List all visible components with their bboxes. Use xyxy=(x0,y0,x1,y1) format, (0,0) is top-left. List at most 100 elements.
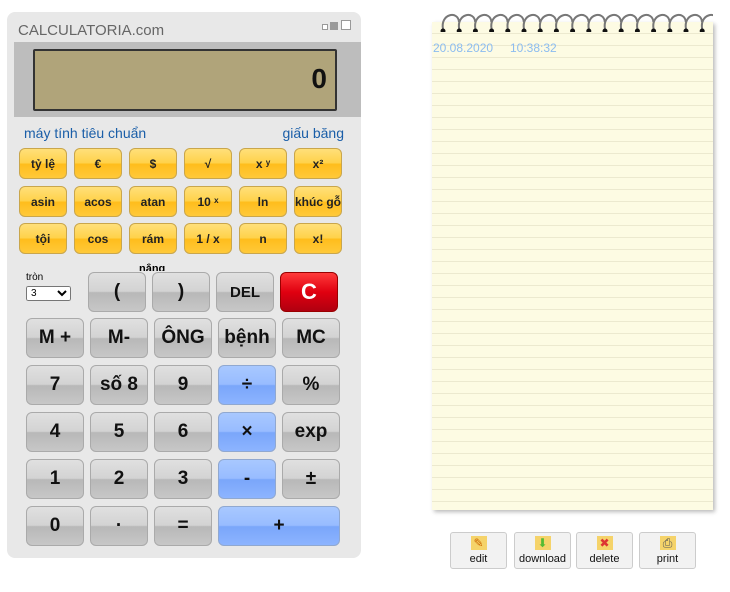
function-button[interactable]: rám xyxy=(129,223,177,254)
delete-button[interactable]: ✖ delete xyxy=(576,532,633,569)
button-label: delete xyxy=(589,553,620,565)
ring-hole xyxy=(472,28,478,32)
delete-icon: ✖ xyxy=(596,536,613,550)
ring-hole xyxy=(699,28,705,32)
key-button[interactable]: × xyxy=(218,412,276,452)
function-button[interactable]: € xyxy=(74,148,122,179)
key-button[interactable]: 0 xyxy=(26,506,84,546)
key-button[interactable]: exp xyxy=(282,412,340,452)
key-button[interactable]: + xyxy=(218,506,340,546)
ring xyxy=(684,13,703,30)
key-button[interactable]: ± xyxy=(282,459,340,499)
function-button[interactable]: khúc gỗ xyxy=(294,186,342,217)
print-icon: ⎙ xyxy=(659,536,676,550)
spiral-binding xyxy=(440,13,713,32)
calculator: CALCULATORIA.com 0 máy tính tiêu chuẩn g… xyxy=(7,12,361,558)
function-button[interactable]: 10 ˣ xyxy=(184,186,232,217)
key-button[interactable]: 5 xyxy=(90,412,148,452)
round-label: tròn xyxy=(26,272,44,283)
key-button[interactable]: 3 xyxy=(154,459,212,499)
ring-hole xyxy=(602,28,608,32)
paren-open-button[interactable]: ( xyxy=(88,272,146,312)
ring-hole xyxy=(618,28,624,32)
key-button[interactable]: · xyxy=(90,506,148,546)
hide-tape-link[interactable]: giấu băng xyxy=(282,125,344,141)
key-button[interactable]: = xyxy=(154,506,212,546)
function-button[interactable]: tội xyxy=(19,223,67,254)
round-select[interactable]: 3 xyxy=(26,286,71,301)
function-button[interactable]: cos xyxy=(74,223,122,254)
key-button[interactable]: ÷ xyxy=(218,365,276,405)
key-button[interactable]: ÔNG xyxy=(154,318,212,358)
hidden-label: nẳng xyxy=(139,263,166,271)
ring-hole xyxy=(489,28,495,32)
ring xyxy=(603,13,622,30)
function-button[interactable]: √ xyxy=(184,148,232,179)
function-button[interactable]: tỷ lệ xyxy=(19,148,67,179)
ring xyxy=(571,13,590,30)
button-label: print xyxy=(656,553,679,565)
key-button[interactable]: 4 xyxy=(26,412,84,452)
key-button[interactable]: 6 xyxy=(154,412,212,452)
ring-hole xyxy=(586,28,592,32)
ring xyxy=(522,13,541,30)
restore-icon[interactable] xyxy=(330,22,338,30)
download-button[interactable]: ⬇ download xyxy=(514,532,571,569)
key-button[interactable]: số 8 xyxy=(90,365,148,405)
function-button[interactable]: n xyxy=(239,223,287,254)
ring xyxy=(490,13,509,30)
key-button[interactable]: M- xyxy=(90,318,148,358)
function-button[interactable]: x ʸ xyxy=(239,148,287,179)
ring xyxy=(474,13,493,30)
brand-title: CALCULATORIA.com xyxy=(18,22,165,39)
ring-hole xyxy=(634,28,640,32)
ring-hole xyxy=(505,28,511,32)
print-button[interactable]: ⎙ print xyxy=(639,532,696,569)
key-button[interactable]: 2 xyxy=(90,459,148,499)
ring-hole xyxy=(440,28,446,32)
download-icon: ⬇ xyxy=(534,536,551,550)
ring-hole xyxy=(537,28,543,32)
clear-button[interactable]: C xyxy=(280,272,338,312)
ring xyxy=(538,13,558,30)
function-button[interactable]: ln xyxy=(239,186,287,217)
key-button[interactable]: 9 xyxy=(154,365,212,405)
function-button[interactable]: $ xyxy=(129,148,177,179)
function-button[interactable]: acos xyxy=(74,186,122,217)
ring xyxy=(668,13,687,30)
minimize-icon[interactable] xyxy=(322,24,328,30)
ring-hole xyxy=(553,28,559,32)
note-date: 20.08.2020 xyxy=(433,41,494,55)
ring xyxy=(457,13,477,30)
notepad xyxy=(432,22,713,510)
del-button[interactable]: DEL xyxy=(216,272,274,312)
maximize-icon[interactable] xyxy=(341,20,351,30)
ring xyxy=(441,13,460,30)
function-button[interactable]: x! xyxy=(294,223,342,254)
paren-close-button[interactable]: ) xyxy=(152,272,210,312)
note-time: 10:38:32 xyxy=(510,41,557,55)
key-button[interactable]: MC xyxy=(282,318,340,358)
key-button[interactable]: M + xyxy=(26,318,84,358)
function-button[interactable]: 1 / x xyxy=(184,223,232,254)
mode-link[interactable]: máy tính tiêu chuẩn xyxy=(24,125,146,141)
key-button[interactable]: - xyxy=(218,459,276,499)
display: 0 xyxy=(33,49,337,111)
key-button[interactable]: 1 xyxy=(26,459,84,499)
ring xyxy=(587,13,606,30)
ring-hole xyxy=(456,28,462,32)
function-button[interactable]: x² xyxy=(294,148,342,179)
function-button[interactable]: atan xyxy=(129,186,177,217)
key-button[interactable]: % xyxy=(282,365,340,405)
function-button[interactable]: asin xyxy=(19,186,67,217)
ring xyxy=(619,13,639,30)
display-value: 0 xyxy=(311,63,327,94)
ring xyxy=(555,13,574,30)
edit-icon: ✎ xyxy=(470,536,487,550)
key-button[interactable]: 7 xyxy=(26,365,84,405)
key-button[interactable]: bệnh xyxy=(218,318,276,358)
edit-button[interactable]: ✎ edit xyxy=(450,532,507,569)
ring xyxy=(700,13,713,30)
ring-hole xyxy=(651,28,657,32)
ring-hole xyxy=(521,28,527,32)
